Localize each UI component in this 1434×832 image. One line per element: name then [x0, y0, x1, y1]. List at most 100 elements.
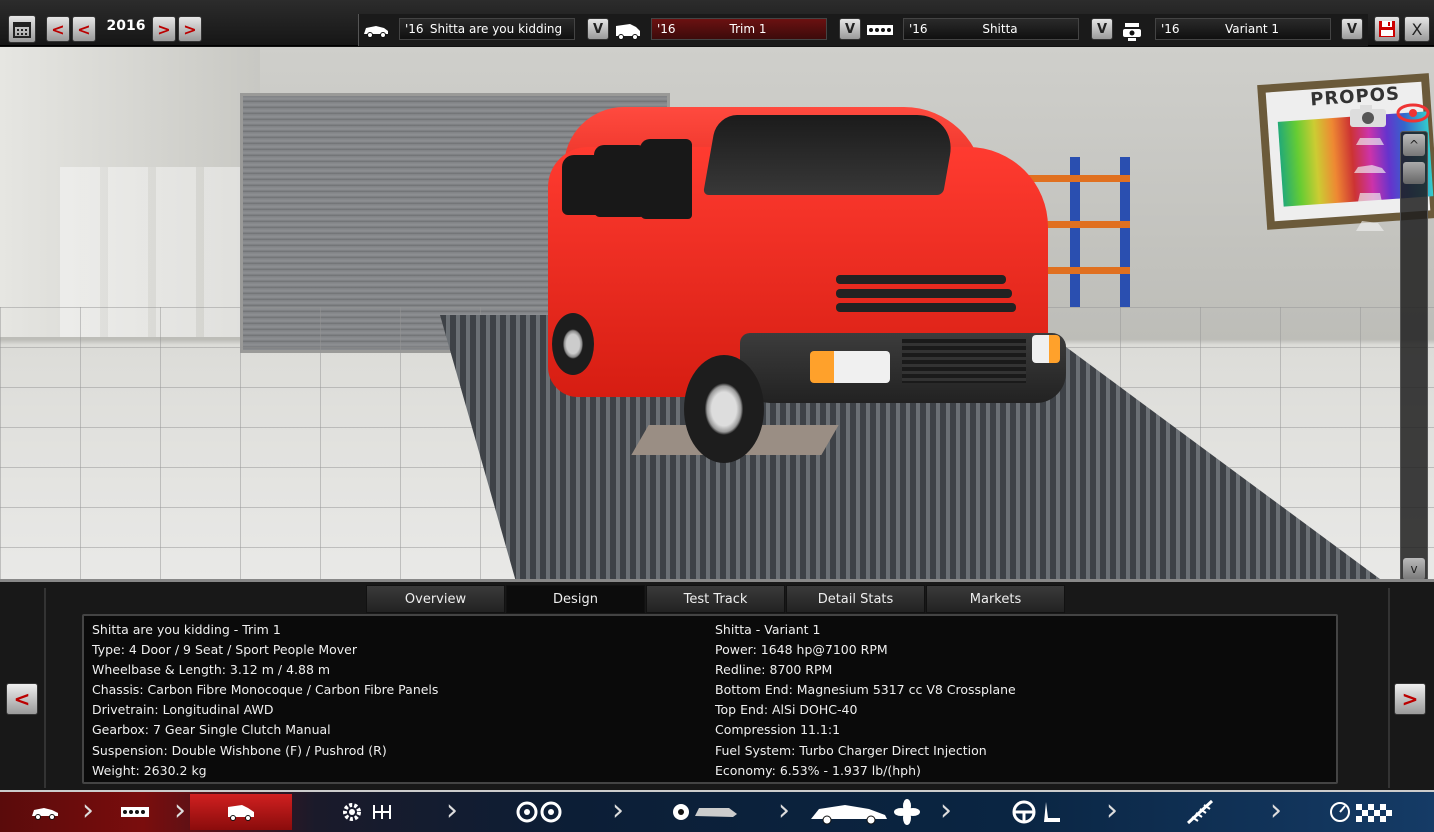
- engine-family-icon: [865, 22, 895, 42]
- top-toolbar: < < 2016 > > '16 Shitta are you kidding …: [0, 0, 1434, 46]
- view-scrollbar[interactable]: ^ v: [1400, 131, 1428, 579]
- trim-chassis: Chassis: Carbon Fibre Monocoque / Carbon…: [92, 682, 439, 698]
- engine-family-dropdown-button[interactable]: V: [1091, 18, 1113, 40]
- step-arrow: ›: [940, 793, 952, 828]
- engine-variant-selector[interactable]: '16 Variant 1: [1155, 18, 1331, 40]
- step-arrow: ›: [174, 793, 186, 828]
- engine-summary: Shitta - Variant 1 Power: 1648 hp@7100 R…: [715, 622, 1016, 783]
- nav-model-button[interactable]: [10, 794, 80, 830]
- step-arrow: ›: [612, 793, 624, 828]
- trim-title: Shitta are you kidding - Trim 1: [92, 622, 281, 637]
- car-3d-viewport[interactable]: PROPOS ^ v: [0, 47, 1434, 579]
- nav-wheels-brakes-button[interactable]: [470, 794, 610, 830]
- step-arrow: ›: [446, 793, 458, 828]
- interior-icon: [1012, 800, 1060, 824]
- nav-chassis-button[interactable]: [98, 794, 172, 830]
- engine-family-selector[interactable]: '16 Shitta: [903, 18, 1079, 40]
- fixtures-icon: [673, 804, 737, 820]
- van-model: [540, 107, 1080, 467]
- trim-wheelbase: Wheelbase & Length: 3.12 m / 4.88 m: [92, 662, 331, 678]
- camera-icon[interactable]: [1348, 103, 1388, 135]
- chassis-icon: [121, 807, 149, 817]
- engine-compression: Compression 11.1:1: [715, 722, 841, 738]
- info-panel: Overview Design Test Track Detail Stats …: [0, 579, 1434, 790]
- engine-power: Power: 1648 hp@7100 RPM: [715, 642, 888, 658]
- trim-dropdown-button[interactable]: V: [839, 18, 861, 40]
- nav-suspension-button[interactable]: [1130, 794, 1270, 830]
- engine-family-name: Shitta: [982, 22, 1018, 36]
- year-next-button[interactable]: >: [152, 16, 176, 42]
- engine-variant-dropdown-button[interactable]: V: [1341, 18, 1363, 40]
- year-prev-fast-button[interactable]: <: [46, 16, 70, 42]
- save-button[interactable]: [1374, 16, 1400, 42]
- engine-bottom-end: Bottom End: Magnesium 5317 cc V8 Crosspl…: [715, 682, 1016, 698]
- engine-top-end: Top End: AlSi DOHC-40: [715, 702, 858, 718]
- nav-engine-gearbox-button[interactable]: [300, 794, 440, 830]
- year-label: 2016: [106, 18, 146, 34]
- model-name: Shitta are you kidding: [429, 22, 563, 36]
- year-next-fast-button[interactable]: >: [178, 16, 202, 42]
- nav-trim-button[interactable]: [190, 794, 292, 830]
- trim-icon: [613, 22, 643, 42]
- project-selectors: '16 Shitta are you kidding V '16 Trim 1 …: [358, 14, 1368, 46]
- trim-summary: Shitta are you kidding - Trim 1 Type: 4 …: [92, 622, 438, 783]
- trim-name: Trim 1: [729, 22, 767, 36]
- engine-economy: Economy: 6.53% - 1.937 lb/(hph): [715, 762, 921, 778]
- engine-title: Shitta - Variant 1: [715, 622, 821, 637]
- view-side-icon[interactable]: [1350, 161, 1390, 179]
- car-model-icon: [361, 22, 391, 42]
- view-front-icon[interactable]: [1350, 133, 1390, 151]
- testing-icon: [1330, 802, 1392, 822]
- tab-design[interactable]: Design: [506, 585, 645, 613]
- step-arrow: ›: [82, 793, 94, 828]
- divider: [1388, 588, 1390, 788]
- trim-type: Type: 4 Door / 9 Seat / Sport People Mov…: [92, 642, 358, 658]
- eye-icon[interactable]: [1396, 103, 1430, 128]
- scroll-up-button[interactable]: ^: [1403, 134, 1425, 156]
- trim-drivetrain: Drivetrain: Longitudinal AWD: [92, 702, 274, 718]
- info-tabs: Overview Design Test Track Detail Stats …: [366, 585, 1066, 613]
- scroll-down-button[interactable]: v: [1403, 558, 1425, 579]
- tab-detail-stats[interactable]: Detail Stats: [786, 585, 925, 613]
- aero-cooling-icon: [811, 799, 920, 825]
- prev-panel-button[interactable]: <: [6, 683, 38, 715]
- divider: [44, 588, 46, 788]
- engine-variant-icon: [1117, 22, 1147, 42]
- view-angle-icon[interactable]: [1350, 217, 1390, 235]
- next-panel-button[interactable]: >: [1394, 683, 1426, 715]
- engine-family-year: '16: [909, 22, 928, 36]
- nav-fixtures-button[interactable]: [636, 794, 776, 830]
- trim-weight: Weight: 2630.2 kg: [92, 762, 207, 778]
- save-icon: [1379, 21, 1395, 37]
- close-button[interactable]: X: [1404, 16, 1430, 42]
- step-arrow: ›: [778, 793, 790, 828]
- automation-car-designer: < < 2016 > > '16 Shitta are you kidding …: [0, 0, 1434, 832]
- suspension-icon: [1186, 799, 1214, 825]
- calendar-icon[interactable]: [8, 15, 36, 43]
- tab-test-track[interactable]: Test Track: [646, 585, 785, 613]
- step-arrow: ›: [1270, 793, 1282, 828]
- nav-testing-button[interactable]: [1300, 794, 1426, 830]
- scroll-thumb[interactable]: [1403, 162, 1425, 184]
- step-arrow: ›: [1106, 793, 1118, 828]
- model-selector[interactable]: '16 Shitta are you kidding: [399, 18, 575, 40]
- year-prev-button[interactable]: <: [72, 16, 96, 42]
- nav-interior-button[interactable]: [964, 794, 1104, 830]
- trim-suspension: Suspension: Double Wishbone (F) / Pushro…: [92, 742, 387, 758]
- wheels-brakes-icon: [516, 801, 562, 823]
- trim-selector[interactable]: '16 Trim 1: [651, 18, 827, 40]
- view-rear-icon[interactable]: [1350, 189, 1390, 207]
- engine-variant-name: Variant 1: [1224, 22, 1279, 36]
- model-dropdown-button[interactable]: V: [587, 18, 609, 40]
- nav-aero-cooling-button[interactable]: [802, 794, 932, 830]
- model-year: '16: [405, 22, 424, 36]
- tab-overview[interactable]: Overview: [366, 585, 505, 613]
- trim-icon: [228, 805, 254, 821]
- tab-markets[interactable]: Markets: [926, 585, 1065, 613]
- engine-gearbox-icon: [343, 803, 391, 821]
- trim-year: '16: [657, 22, 676, 36]
- design-summary: Shitta are you kidding - Trim 1 Type: 4 …: [82, 614, 1338, 784]
- design-steps-nav: › › › › › › › ›: [0, 790, 1434, 832]
- car-model-icon: [32, 808, 58, 820]
- trim-gearbox: Gearbox: 7 Gear Single Clutch Manual: [92, 722, 331, 738]
